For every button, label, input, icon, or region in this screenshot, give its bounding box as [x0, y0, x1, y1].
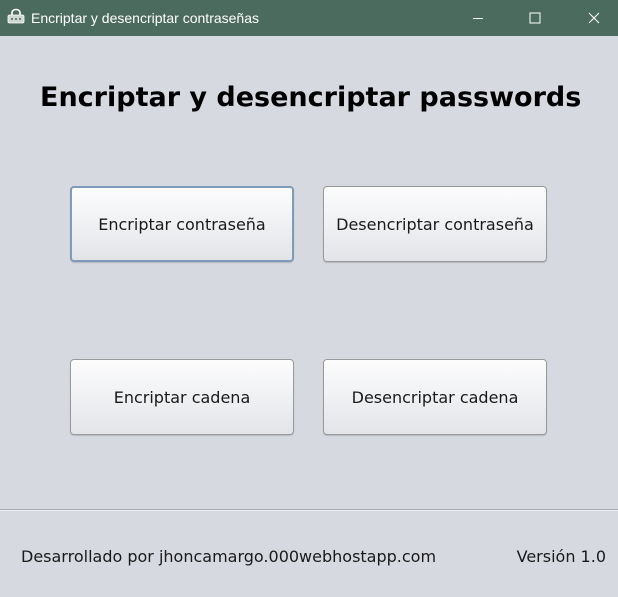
- maximize-button[interactable]: [512, 0, 558, 36]
- footer-divider: [0, 509, 618, 511]
- close-button[interactable]: [571, 0, 617, 36]
- window-title: Encriptar y desencriptar contraseñas: [31, 10, 259, 26]
- decrypt-string-button[interactable]: Desencriptar cadena: [323, 359, 547, 435]
- encrypt-string-button[interactable]: Encriptar cadena: [70, 359, 294, 435]
- app-icon: [6, 8, 26, 26]
- minimize-button[interactable]: [455, 0, 501, 36]
- title-bar: Encriptar y desencriptar contraseñas: [0, 0, 618, 36]
- encrypt-password-button[interactable]: Encriptar contraseña: [70, 186, 294, 262]
- close-icon: [588, 9, 600, 28]
- page-title: Encriptar y desencriptar passwords: [40, 82, 582, 113]
- maximize-icon: [529, 9, 541, 28]
- decrypt-password-button[interactable]: Desencriptar contraseña: [323, 186, 547, 262]
- minimize-icon: [472, 9, 484, 28]
- version-label: Versión 1.0: [516, 547, 606, 566]
- developer-credit: Desarrollado por jhoncamargo.000webhosta…: [21, 547, 437, 566]
